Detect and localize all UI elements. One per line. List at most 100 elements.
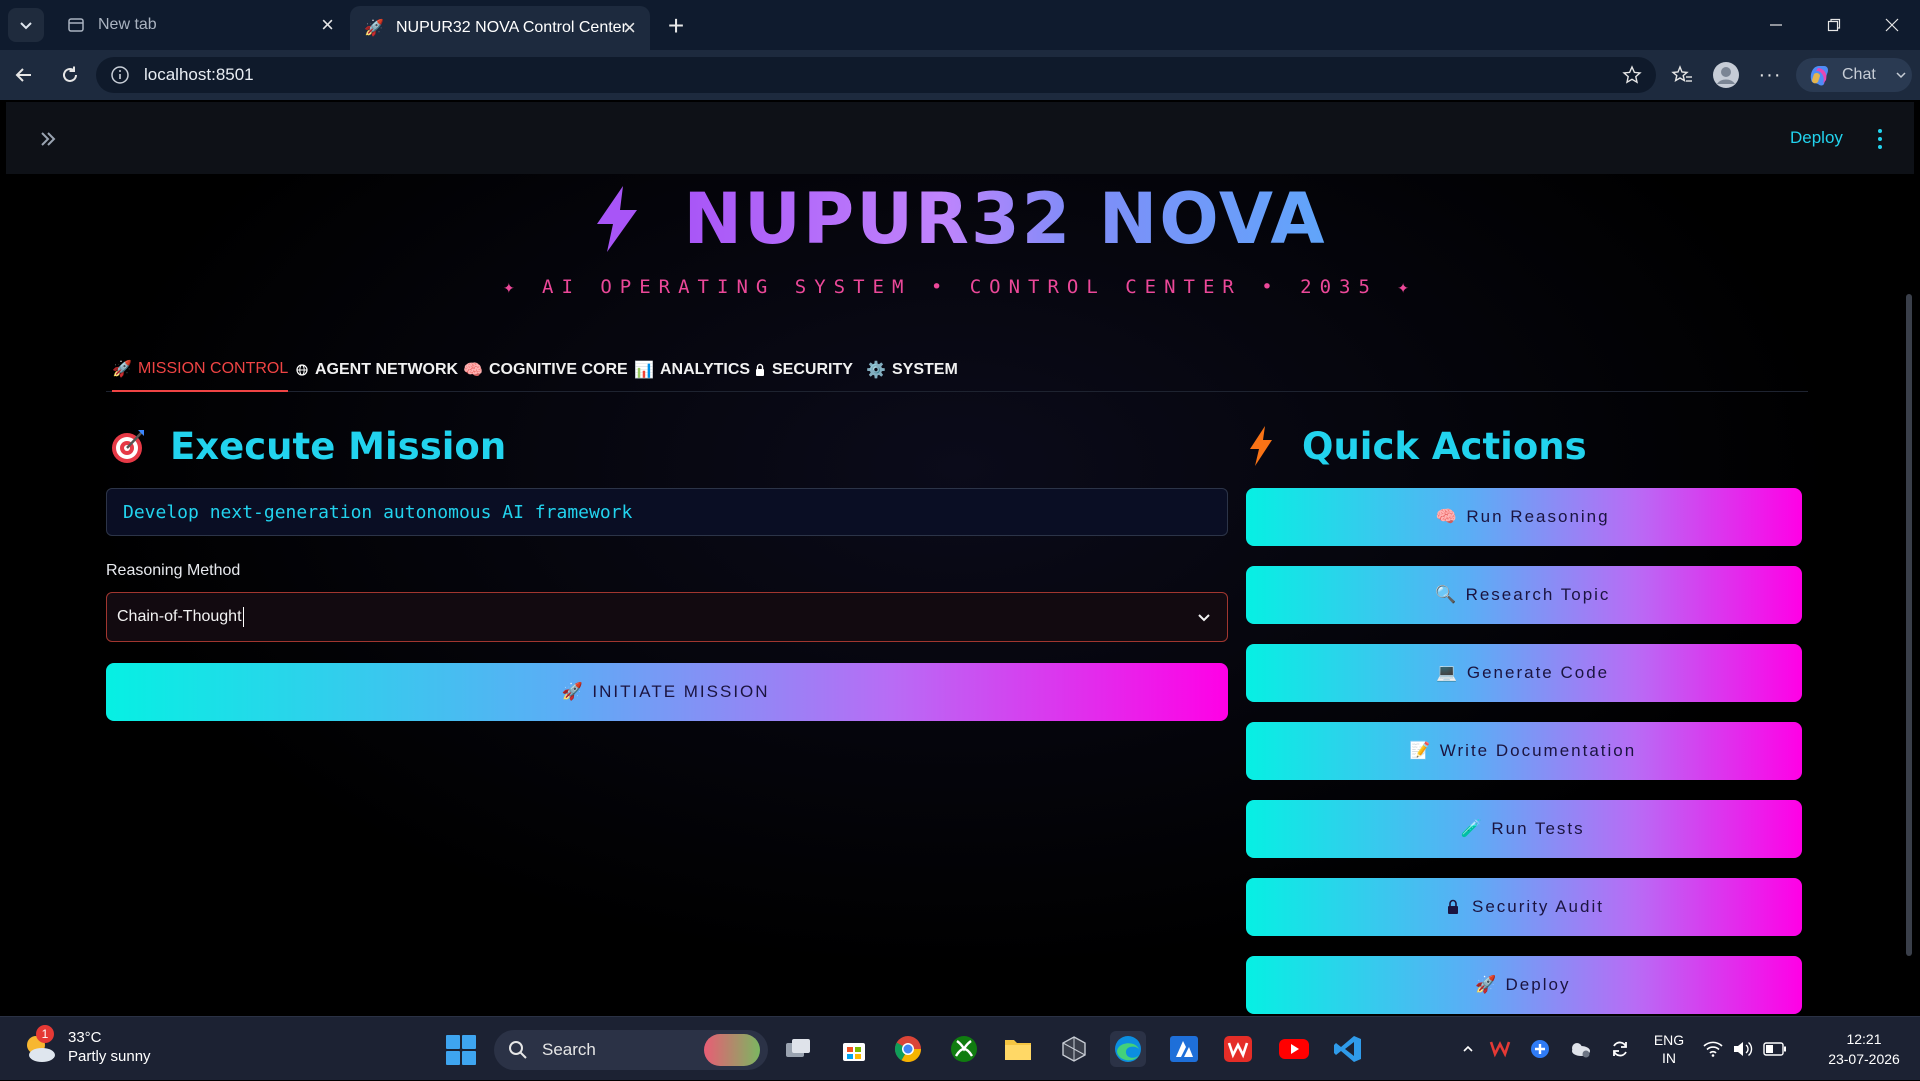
write-documentation-button[interactable]: 📝 Write Documentation (1246, 722, 1802, 780)
button-label: Security Audit (1472, 897, 1604, 916)
azure-icon[interactable] (1166, 1031, 1202, 1067)
button-label: INITIATE MISSION (592, 682, 770, 701)
scrollbar-thumb[interactable] (1906, 294, 1912, 956)
deploy-button[interactable]: 🚀 Deploy (1246, 956, 1802, 1014)
clock-time: 12:21 (1846, 1031, 1882, 1047)
initiate-mission-button[interactable]: 🚀 INITIATE MISSION (106, 663, 1228, 721)
tab-agent-network[interactable]: AGENT NETWORK (295, 348, 458, 392)
windows-start-icon[interactable] (446, 1035, 476, 1065)
tab-security[interactable]: SECURITY (754, 348, 853, 392)
lock-icon (1444, 898, 1462, 916)
section-title: Quick Actions (1302, 424, 1587, 468)
xbox-icon[interactable] (946, 1031, 982, 1067)
scrollbar[interactable] (1904, 174, 1914, 1016)
tray-app-icon[interactable] (1520, 1039, 1560, 1059)
system-tray: ENG IN (1456, 1017, 1792, 1081)
reasoning-method-select[interactable]: Chain-of-Thought (106, 592, 1228, 642)
test-tube-icon: 🧪 (1460, 819, 1484, 838)
tab-label: AGENT NETWORK (315, 361, 459, 378)
expand-sidebar-icon[interactable] (34, 126, 62, 152)
close-icon[interactable]: × (321, 12, 334, 38)
research-topic-button[interactable]: 🔍 Research Topic (1246, 566, 1802, 624)
browser-tab-active[interactable]: 🚀 NUPUR32 NOVA Control Center × (350, 6, 650, 50)
clock[interactable]: 12:21 23-07-2026 (1814, 1029, 1914, 1069)
onedrive-icon[interactable] (1560, 1040, 1600, 1058)
deploy-link[interactable]: Deploy (1790, 128, 1843, 148)
task-view-icon[interactable] (780, 1031, 816, 1067)
chrome-icon[interactable] (890, 1031, 926, 1067)
chat-label: Chat (1842, 66, 1876, 83)
tab-label: ANALYTICS (660, 361, 751, 378)
taskbar: 1 33°C Partly sunny Search ENG IN 12:21 … (0, 1016, 1920, 1080)
antivirus-icon[interactable] (1480, 1040, 1520, 1058)
chevron-down-icon (20, 22, 32, 30)
site-info-icon[interactable] (110, 65, 130, 85)
tab-mission-control[interactable]: 🚀 MISSION CONTROL (112, 348, 289, 392)
magnifier-icon: 🔍 (1434, 585, 1459, 604)
button-label: Run Tests (1491, 819, 1585, 838)
button-label: Generate Code (1466, 663, 1610, 682)
lang-line2: IN (1662, 1050, 1676, 1066)
app-cube-icon[interactable] (1056, 1031, 1092, 1067)
new-tab-plus-icon[interactable]: + (660, 10, 692, 42)
taskbar-search[interactable]: Search (494, 1030, 768, 1070)
run-tests-button[interactable]: 🧪 Run Tests (1246, 800, 1802, 858)
more-menu-icon[interactable]: ··· (1752, 58, 1788, 92)
battery-icon[interactable] (1758, 1042, 1792, 1056)
mission-input[interactable]: Develop next-generation autonomous AI fr… (106, 488, 1228, 536)
app-header: Deploy (6, 102, 1914, 174)
tab-analytics[interactable]: 📊 ANALYTICS (634, 348, 750, 392)
wifi-icon[interactable] (1698, 1041, 1728, 1057)
vscode-icon[interactable] (1330, 1031, 1366, 1067)
copilot-icon (1810, 66, 1828, 86)
edge-icon[interactable] (1110, 1031, 1146, 1067)
wps-office-icon[interactable] (1220, 1031, 1256, 1067)
window-close-icon[interactable] (1864, 0, 1920, 50)
select-value: Chain-of-Thought (117, 608, 242, 625)
tab-cognitive-core[interactable]: 🧠 COGNITIVE CORE (463, 348, 628, 392)
favorites-icon[interactable] (1664, 58, 1700, 92)
back-arrow-icon[interactable] (6, 58, 42, 92)
security-audit-button[interactable]: Security Audit (1246, 878, 1802, 936)
rocket-icon: 🚀 (1474, 975, 1499, 994)
tab-label: COGNITIVE CORE (489, 361, 628, 378)
volume-icon[interactable] (1728, 1041, 1758, 1057)
tray-chevron-up-icon[interactable] (1456, 1042, 1480, 1056)
profile-avatar-icon[interactable] (1708, 58, 1744, 92)
lang-line1: ENG (1653, 1032, 1685, 1048)
search-highlight-icon (704, 1034, 760, 1066)
run-reasoning-button[interactable]: 🧠 Run Reasoning (1246, 488, 1802, 546)
browser-tab-new-tab[interactable]: New tab × (52, 6, 348, 44)
tab-title: New tab (98, 16, 157, 33)
language-indicator[interactable]: ENG IN (1640, 1031, 1698, 1067)
browser-toolbar: localhost:8501 ··· Chat (0, 50, 1920, 100)
mission-input-value: Develop next-generation autonomous AI fr… (123, 501, 633, 523)
tab-title: NUPUR32 NOVA Control Center (396, 19, 627, 36)
restore-icon[interactable] (1806, 0, 1862, 50)
laptop-icon: 💻 (1436, 663, 1460, 682)
address-bar[interactable]: localhost:8501 (96, 57, 1656, 93)
youtube-icon[interactable] (1276, 1031, 1312, 1067)
file-explorer-icon[interactable] (1000, 1031, 1036, 1067)
browser-tabstrip: New tab × 🚀 NUPUR32 NOVA Control Center … (0, 0, 1920, 50)
tab-label: SYSTEM (892, 361, 958, 378)
weather-temp: 33°C (68, 1029, 102, 1046)
globe-icon (295, 361, 309, 379)
tab-system[interactable]: ⚙️ SYSTEM (866, 348, 958, 392)
microsoft-store-icon[interactable] (836, 1031, 872, 1067)
minimize-icon[interactable] (1748, 0, 1804, 50)
url-text: localhost:8501 (144, 65, 254, 84)
close-icon[interactable]: × (623, 15, 636, 41)
star-icon[interactable] (1622, 65, 1642, 85)
generate-code-button[interactable]: 💻 Generate Code (1246, 644, 1802, 702)
lightning-icon (1246, 424, 1276, 468)
sync-icon[interactable] (1600, 1039, 1640, 1059)
reload-icon[interactable] (52, 58, 88, 92)
button-label: Write Documentation (1439, 741, 1637, 760)
copilot-chat-button[interactable]: Chat (1796, 58, 1912, 92)
weather-widget[interactable]: 1 33°C Partly sunny (20, 1025, 151, 1067)
page-subtitle: ✦ AI OPERATING SYSTEM • CONTROL CENTER •… (503, 276, 1417, 298)
main-menu-icon[interactable] (1872, 126, 1888, 152)
tab-actions-button[interactable] (8, 8, 44, 42)
brain-icon: 🧠 (463, 362, 483, 379)
